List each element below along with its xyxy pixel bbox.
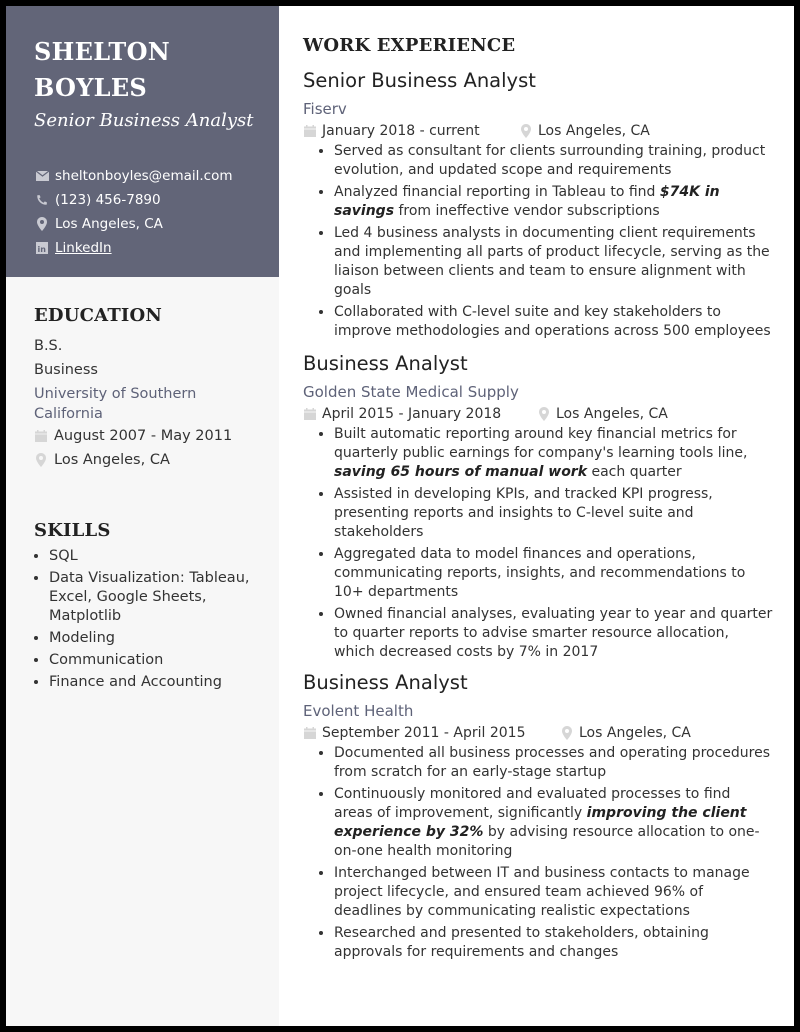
sidebar: SHELTON BOYLES Senior Business Analyst s… (6, 6, 279, 1026)
calendar-icon (34, 429, 48, 443)
job-bullet: Interchanged between IT and business con… (334, 864, 773, 921)
education-location: Los Angeles, CA (34, 448, 234, 472)
job-bullet: Led 4 business analysts in documenting c… (334, 224, 773, 300)
skills-list: SQL Data Visualization: Tableau, Excel, … (34, 547, 259, 692)
education-location-text: Los Angeles, CA (54, 452, 170, 468)
job-title: Senior Business Analyst (303, 69, 536, 92)
job-title: Business Analyst (303, 352, 468, 375)
job-bullet: Continuously monitored and evaluated pro… (334, 785, 773, 861)
job-bullet: Documented all business processes and op… (334, 744, 773, 782)
candidate-title: Senior Business Analyst (34, 110, 254, 131)
job-company: Golden State Medical Supply (303, 383, 519, 401)
job-bullet: Owned financial analyses, evaluating yea… (334, 605, 773, 662)
education-dates: August 2007 - May 2011 (34, 424, 234, 448)
job-bullets: Served as consultant for clients surroun… (303, 142, 773, 341)
job-dates: September 2011 - April 2015 (303, 722, 560, 744)
job-title: Business Analyst (303, 671, 468, 694)
job-location: Los Angeles, CA (537, 403, 668, 425)
map-pin-icon (519, 124, 533, 138)
job-entry: Senior Business Analyst Fiserv January 2… (303, 68, 773, 344)
job-dates-text: April 2015 - January 2018 (322, 406, 502, 422)
job-bullets: Documented all business processes and op… (303, 744, 773, 962)
work-experience-heading: WORK EXPERIENCE (303, 35, 516, 56)
skill-item: SQL (49, 547, 259, 566)
envelope-icon (35, 169, 49, 183)
map-pin-icon (34, 453, 48, 467)
job-company: Fiserv (303, 100, 347, 118)
contact-list: sheltonboyles@email.com (123) 456-7890 L… (35, 164, 233, 260)
education-school: University of Southern California (34, 386, 197, 422)
job-meta: January 2018 - current Los Angeles, CA (303, 120, 773, 142)
job-meta: April 2015 - January 2018 Los Angeles, C… (303, 403, 773, 425)
calendar-icon (303, 726, 317, 740)
linkedin-link[interactable]: LinkedIn (55, 240, 112, 256)
job-bullet: Collaborated with C-level suite and key … (334, 303, 773, 341)
job-dates-text: September 2011 - April 2015 (322, 725, 526, 741)
calendar-icon (303, 124, 317, 138)
skill-item: Data Visualization: Tableau, Excel, Goog… (49, 569, 259, 626)
highlight: saving 65 hours of manual work (334, 464, 588, 480)
candidate-name: SHELTON BOYLES (34, 34, 170, 106)
education-field: Business (34, 362, 98, 378)
phone-icon (35, 193, 49, 207)
education-dates-text: August 2007 - May 2011 (54, 428, 233, 444)
email-text: sheltonboyles@email.com (55, 168, 233, 184)
location-text: Los Angeles, CA (55, 216, 163, 232)
name-line-1: SHELTON (34, 37, 171, 66)
profile-header: SHELTON BOYLES Senior Business Analyst s… (6, 6, 279, 277)
job-dates-text: January 2018 - current (322, 123, 480, 139)
contact-phone: (123) 456-7890 (35, 188, 233, 212)
job-bullet: Aggregated data to model finances and op… (334, 545, 773, 602)
map-pin-icon (560, 726, 574, 740)
job-bullet: Analyzed financial reporting in Tableau … (334, 183, 773, 221)
skill-item: Finance and Accounting (49, 673, 259, 692)
job-meta: September 2011 - April 2015 Los Angeles,… (303, 722, 773, 744)
job-bullet: Built automatic reporting around key fin… (334, 425, 773, 482)
linkedin-icon: in (35, 241, 49, 255)
job-location-text: Los Angeles, CA (579, 725, 691, 741)
calendar-icon (303, 407, 317, 421)
job-bullet: Served as consultant for clients surroun… (334, 142, 773, 180)
education-section: EDUCATION B.S. Business University of So… (34, 305, 234, 472)
job-location-text: Los Angeles, CA (538, 123, 650, 139)
map-pin-icon (35, 217, 49, 231)
job-dates: April 2015 - January 2018 (303, 403, 537, 425)
job-location-text: Los Angeles, CA (556, 406, 668, 422)
contact-location: Los Angeles, CA (35, 212, 233, 236)
education-heading: EDUCATION (34, 305, 163, 326)
job-bullet: Researched and presented to stakeholders… (334, 924, 773, 962)
job-entry: Business Analyst Golden State Medical Su… (303, 351, 773, 665)
skill-item: Communication (49, 651, 259, 670)
job-dates: January 2018 - current (303, 120, 519, 142)
name-line-2: BOYLES (34, 73, 148, 102)
contact-linkedin: in LinkedIn (35, 236, 233, 260)
resume-page: SHELTON BOYLES Senior Business Analyst s… (6, 6, 794, 1026)
skills-section: SKILLS SQL Data Visualization: Tableau, … (34, 520, 259, 695)
phone-text: (123) 456-7890 (55, 192, 161, 208)
job-entry: Business Analyst Evolent Health Septembe… (303, 670, 773, 965)
job-bullet: Assisted in developing KPIs, and tracked… (334, 485, 773, 542)
job-location: Los Angeles, CA (519, 120, 650, 142)
education-degree: B.S. (34, 338, 63, 354)
job-location: Los Angeles, CA (560, 722, 691, 744)
map-pin-icon (537, 407, 551, 421)
skill-item: Modeling (49, 629, 259, 648)
skills-heading: SKILLS (34, 520, 111, 541)
job-bullets: Built automatic reporting around key fin… (303, 425, 773, 662)
contact-email: sheltonboyles@email.com (35, 164, 233, 188)
svg-text:in: in (38, 245, 47, 254)
job-company: Evolent Health (303, 702, 414, 720)
